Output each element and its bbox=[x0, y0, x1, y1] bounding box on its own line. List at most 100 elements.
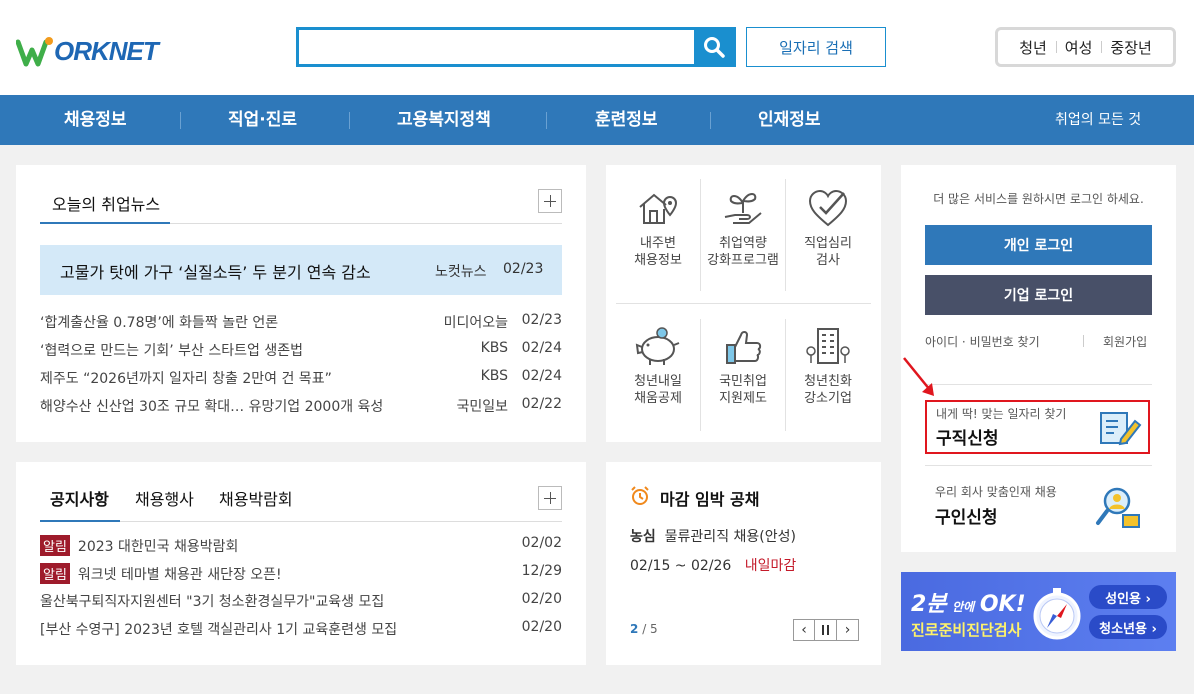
banner-two-minutes: 2분 bbox=[911, 592, 947, 617]
notice-item[interactable]: 알림 워크넷 테마별 채용관 새단장 오픈! 12/29 bbox=[40, 563, 562, 585]
service-youth-savings[interactable]: 청년내일 채움공제 bbox=[616, 325, 700, 407]
nav-talent[interactable]: 인재정보 bbox=[758, 95, 821, 145]
alarm-clock-icon bbox=[631, 486, 649, 505]
notice-title: 워크넷 테마별 채용관 새단장 오픈! bbox=[77, 567, 282, 583]
search-box bbox=[296, 27, 736, 67]
deadline-job[interactable]: 농심 물류관리직 채용(안성) bbox=[630, 526, 796, 546]
persona-women[interactable]: 여성 bbox=[1055, 37, 1102, 58]
carousel-controls: ‹ › bbox=[793, 619, 859, 641]
tab-today-news[interactable]: 오늘의 취업뉴스 bbox=[52, 191, 160, 215]
deadline-company: 농심 bbox=[630, 529, 656, 545]
pause-button[interactable] bbox=[815, 619, 837, 641]
service-label-1: 국민취업 bbox=[719, 374, 767, 389]
persona-youth[interactable]: 청년 bbox=[1010, 37, 1056, 58]
news-more-button[interactable] bbox=[538, 189, 562, 213]
news-source: 미디어오늘 bbox=[443, 315, 508, 331]
company-login-button[interactable]: 기업 로그인 bbox=[925, 275, 1152, 315]
job-search-button[interactable]: 일자리 검색 bbox=[746, 27, 886, 67]
tab-recruit-events[interactable]: 채용행사 bbox=[135, 486, 194, 510]
news-title: 제주도 “2026년까지 일자리 창출 2만여 건 목표” bbox=[40, 371, 332, 387]
news-date: 02/24 bbox=[521, 368, 562, 384]
deadline-status: 내일마감 bbox=[744, 558, 797, 574]
nav-job-info[interactable]: 채용정보 bbox=[64, 95, 127, 145]
next-button[interactable]: › bbox=[837, 619, 859, 641]
news-item[interactable]: ‘협력으로 만드는 기회’ 부산 스타트업 생존법 KBS 02/24 bbox=[40, 340, 562, 362]
hire-subtitle: 우리 회사 맞춤인재 채용 bbox=[935, 485, 1057, 499]
prev-button[interactable]: ‹ bbox=[793, 619, 815, 641]
news-source: 국민일보 bbox=[456, 399, 508, 415]
find-id-password-link[interactable]: 아이디 · 비밀번호 찾기 bbox=[925, 333, 1040, 350]
worknet-logo[interactable]: ORKNET bbox=[16, 34, 159, 68]
deadline-meta: 02/15 ~ 02/26 내일마감 bbox=[630, 555, 796, 575]
nav-divider bbox=[546, 112, 547, 129]
headline-date: 02/23 bbox=[503, 261, 544, 277]
login-notice: 더 많은 서비스를 원하시면 로그인 하세요. bbox=[933, 192, 1144, 206]
service-youth-friendly-companies[interactable]: 청년친화 강소기업 bbox=[786, 325, 870, 407]
news-headline[interactable]: 고물가 탓에 가구 ‘실질소득’ 두 분기 연속 감소 노컷뉴스 02/23 bbox=[40, 245, 562, 295]
pagination: 2 / 5 bbox=[630, 622, 658, 636]
banner-test-name: 진로준비진단검사 bbox=[911, 621, 1022, 639]
service-label-2: 검사 bbox=[816, 253, 840, 268]
news-item[interactable]: ‘합계출산율 0.78명’에 화들짝 놀란 언론 미디어오늘 02/23 bbox=[40, 312, 562, 334]
chevron-right-icon: › bbox=[844, 622, 851, 638]
news-date: 02/24 bbox=[521, 340, 562, 356]
news-item[interactable]: 제주도 “2026년까지 일자리 창출 2만여 건 목표” KBS 02/24 bbox=[40, 368, 562, 390]
heart-check-icon bbox=[808, 189, 848, 227]
notice-more-button[interactable] bbox=[538, 486, 562, 510]
search-input[interactable] bbox=[299, 30, 695, 64]
search-icon bbox=[703, 37, 725, 58]
nav-all-menu[interactable]: 취업의 모든 것 bbox=[1055, 95, 1141, 145]
logo-w-icon bbox=[16, 37, 53, 67]
adult-version-button[interactable]: 성인용 › bbox=[1089, 585, 1167, 609]
notice-item[interactable]: 알림 2023 대한민국 채용박람회 02/02 bbox=[40, 535, 562, 557]
youth-version-button[interactable]: 청소년용 › bbox=[1089, 615, 1167, 639]
personal-login-button[interactable]: 개인 로그인 bbox=[925, 225, 1152, 265]
divider bbox=[925, 384, 1152, 385]
nav-career[interactable]: 직업·진로 bbox=[228, 95, 297, 145]
hire-apply-button[interactable]: 우리 회사 맞춤인재 채용 구인신청 bbox=[925, 477, 1152, 537]
news-item[interactable]: 해양수산 신산업 30조 규모 확대… 유망기업 2000개 육성 국민일보 0… bbox=[40, 396, 562, 418]
deadline-job-title: 물류관리직 채용(안성) bbox=[664, 529, 796, 545]
tab-job-fair[interactable]: 채용박람회 bbox=[219, 486, 293, 510]
nav-welfare-policy[interactable]: 고용복지정책 bbox=[397, 95, 491, 145]
active-tab-underline bbox=[40, 222, 170, 224]
service-competency-program[interactable]: 취업역량 강화프로그램 bbox=[701, 187, 785, 269]
notice-title: 2023 대한민국 채용박람회 bbox=[77, 539, 239, 555]
quick-services-panel: 내주변 채용정보 취업역량 강화프로그램 직업심리 검사 청년내일 채움공제 국… bbox=[606, 165, 881, 442]
magnifier-person-icon bbox=[1096, 487, 1140, 528]
service-nearby-jobs[interactable]: 내주변 채용정보 bbox=[616, 187, 700, 269]
alert-badge: 알림 bbox=[40, 563, 70, 584]
search-button[interactable] bbox=[694, 30, 733, 64]
divider bbox=[1083, 335, 1084, 347]
signup-link[interactable]: 회원가입 bbox=[1103, 333, 1147, 350]
pause-icon bbox=[821, 625, 829, 635]
service-label-1: 취업역량 bbox=[719, 236, 767, 251]
compass-icon bbox=[1033, 588, 1081, 640]
logo-text: ORKNET bbox=[54, 35, 159, 66]
service-psych-test[interactable]: 직업심리 검사 bbox=[786, 187, 870, 269]
job-seek-apply-button[interactable]: 내게 딱! 맞는 일자리 찾기 구직신청 bbox=[925, 400, 1150, 454]
service-national-employment[interactable]: 국민취업 지원제도 bbox=[701, 325, 785, 407]
piggy-bank-icon bbox=[635, 327, 680, 365]
service-label-2: 채움공제 bbox=[634, 391, 682, 406]
banner-ok: OK! bbox=[979, 592, 1026, 617]
career-test-banner[interactable]: 2분 안에 OK! 진로준비진단검사 성인용 › 청소년용 › bbox=[901, 572, 1176, 651]
nav-divider bbox=[180, 112, 181, 129]
thumbs-up-icon bbox=[726, 331, 762, 364]
house-location-icon bbox=[639, 193, 678, 224]
header: ORKNET 일자리 검색 청년 여성 중장년 bbox=[0, 0, 1194, 95]
page-current: 2 bbox=[630, 622, 639, 636]
notice-item[interactable]: [부산 수영구] 2023년 호텔 객실관리사 1기 교육훈련생 모집 02/2… bbox=[40, 619, 562, 641]
headline-source: 노컷뉴스 bbox=[435, 264, 487, 280]
service-label-1: 내주변 bbox=[640, 236, 676, 251]
persona-middle-aged[interactable]: 중장년 bbox=[1101, 37, 1160, 58]
nav-training[interactable]: 훈련정보 bbox=[595, 95, 658, 145]
persona-selector: 청년 여성 중장년 bbox=[995, 27, 1176, 67]
news-source: KBS bbox=[480, 340, 508, 356]
tab-notice[interactable]: 공지사항 bbox=[50, 486, 109, 510]
notice-item[interactable]: 울산북구퇴직자지원센터 "3기 청소환경실무가"교육생 모집 02/20 bbox=[40, 591, 562, 613]
alert-badge: 알림 bbox=[40, 535, 70, 556]
banner-headline: 2분 안에 OK! bbox=[911, 586, 1026, 618]
notice-date: 12/29 bbox=[521, 563, 562, 579]
news-date: 02/22 bbox=[521, 396, 562, 412]
